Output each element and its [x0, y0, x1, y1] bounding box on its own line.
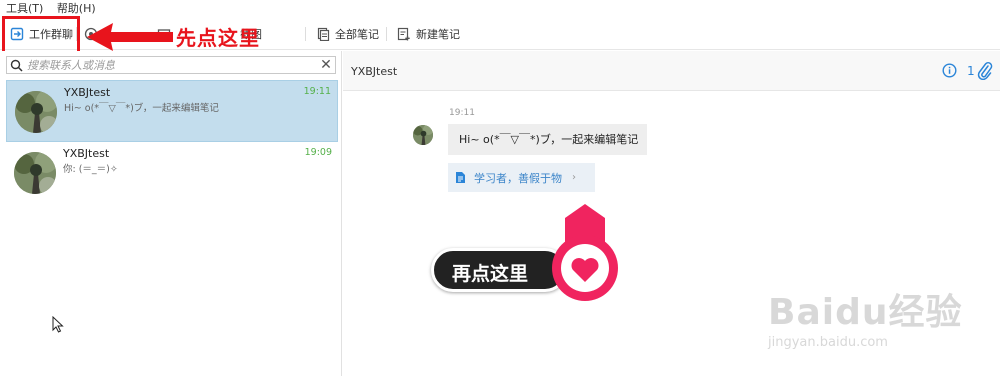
- all-notes-label: 全部笔记: [335, 28, 379, 41]
- avatar: [413, 125, 433, 145]
- note-card[interactable]: 学习者，善假于物 ›: [448, 163, 595, 192]
- avatar: [14, 152, 56, 194]
- document-icon: [456, 172, 465, 183]
- conversation-preview: Hi~ o(*￣▽￣*)ブ，一起来编辑笔记: [64, 103, 219, 114]
- conversation-time: 19:09: [304, 147, 332, 158]
- baidu-watermark: Baidu经验 jingyan.baidu.com: [768, 283, 963, 350]
- info-icon[interactable]: [942, 63, 957, 78]
- annotation-first: 先点这里: [176, 26, 260, 50]
- toolbar-divider: [305, 27, 306, 41]
- chat-title: YXBJtest: [351, 65, 398, 78]
- new-note-icon: [397, 27, 410, 41]
- conversation-item[interactable]: YXBJtest 你: (＝_＝)✧ 19:09: [6, 142, 338, 204]
- search-input[interactable]: 搜索联系人或消息: [27, 57, 317, 73]
- watermark-brand: Baidu经验: [768, 292, 963, 333]
- annotation-second: 再点这里: [452, 263, 529, 285]
- search-icon: [10, 59, 23, 72]
- menu-help[interactable]: 帮助(H): [57, 2, 96, 15]
- notes-icon: [317, 27, 330, 41]
- message-time: 19:11: [449, 108, 475, 118]
- menu-bar: 工具(T) 帮助(H): [0, 0, 1000, 18]
- search-box[interactable]: 搜索联系人或消息 ✕: [6, 56, 336, 74]
- all-notes-button[interactable]: 全部笔记: [316, 24, 379, 44]
- chevron-right-icon: ›: [572, 172, 576, 183]
- mouse-cursor-icon: [52, 316, 64, 333]
- attachment-count: 1: [967, 64, 975, 78]
- note-card-title: 学习者，善假于物: [474, 171, 562, 185]
- message-bubble: Hi~ o(*￣▽￣*)ブ，一起来编辑笔记: [448, 124, 647, 155]
- avatar: [15, 91, 57, 133]
- new-note-label: 新建笔记: [416, 28, 460, 41]
- watermark-url: jingyan.baidu.com: [768, 335, 888, 350]
- highlight-box: [2, 16, 80, 54]
- conversation-name: YXBJtest: [64, 86, 111, 99]
- chat-header: YXBJtest 1: [343, 51, 1000, 91]
- toolbar-divider: [386, 27, 387, 41]
- conversation-item[interactable]: YXBJtest Hi~ o(*￣▽￣*)ブ，一起来编辑笔记 19:11: [6, 80, 338, 142]
- heart-pin-icon[interactable]: [545, 204, 645, 316]
- close-icon[interactable]: ✕: [317, 57, 335, 73]
- paperclip-icon[interactable]: [977, 62, 993, 80]
- new-note-button[interactable]: 新建笔记: [397, 24, 460, 44]
- conversation-name: YXBJtest: [63, 147, 110, 160]
- conversation-time: 19:11: [303, 86, 331, 97]
- menu-tools[interactable]: 工具(T): [6, 2, 43, 15]
- conversation-preview: 你: (＝_＝)✧: [63, 164, 118, 175]
- app-window: 工具(T) 帮助(H) 工作群聊 截图 全部笔记 新建笔记 先点这里 搜索联系人…: [0, 0, 1000, 376]
